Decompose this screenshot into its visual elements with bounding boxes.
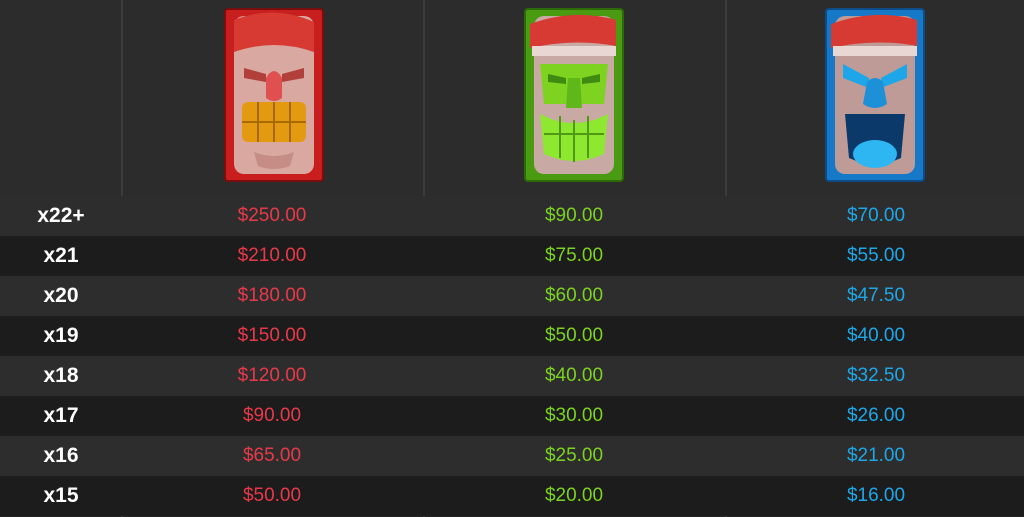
multiplier-label: x19 — [43, 324, 79, 347]
multiplier-label: x21 — [43, 244, 79, 267]
multiplier-label: x20 — [43, 284, 79, 307]
green-payout-value: $30.00 — [544, 405, 604, 426]
blue-payout-value: $55.00 — [846, 245, 906, 266]
blue-payout-value: $47.50 — [846, 285, 906, 306]
blue-payout-value: $40.00 — [846, 325, 906, 346]
blue-payout-value: $21.00 — [846, 445, 906, 466]
multiplier-label: x17 — [43, 404, 79, 427]
red-payout-value: $65.00 — [242, 445, 302, 466]
multiplier-label: x15 — [43, 484, 79, 507]
paytable-row: x20 $180.00 $60.00 $47.50 — [0, 276, 1024, 316]
green-payout-value: $25.00 — [544, 445, 604, 466]
paytable-row: x15 $50.00 $20.00 $16.00 — [0, 476, 1024, 516]
red-payout-value: $150.00 — [237, 325, 307, 346]
green-payout-value: $90.00 — [544, 205, 604, 226]
paytable-row: x18 $120.00 $40.00 $32.50 — [0, 356, 1024, 396]
multiplier-label: x16 — [43, 444, 79, 467]
red-tiki-mask-icon — [224, 8, 324, 182]
multiplier-label: x18 — [43, 364, 79, 387]
paytable-row: x21 $210.00 $75.00 $55.00 — [0, 236, 1024, 276]
green-payout-value: $40.00 — [544, 365, 604, 386]
paytable-row: x22+ $250.00 $90.00 $70.00 — [0, 196, 1024, 236]
paytable: x22+ $250.00 $90.00 $70.00 x21 $210.00 $75.00 $… — [0, 0, 1024, 517]
red-payout-value: $90.00 — [242, 405, 302, 426]
multiplier-label: x22+ — [37, 204, 85, 227]
green-payout-value: $60.00 — [544, 285, 604, 306]
paytable-row: x17 $90.00 $30.00 $26.00 — [0, 396, 1024, 436]
symbol-header — [0, 0, 1024, 196]
blue-tiki-mask-icon — [825, 8, 925, 182]
blue-payout-value: $16.00 — [846, 485, 906, 506]
green-payout-value: $75.00 — [544, 245, 604, 266]
paytable-row: x16 $65.00 $25.00 $21.00 — [0, 436, 1024, 476]
green-tiki-mask-icon — [524, 8, 624, 182]
red-payout-value: $120.00 — [237, 365, 307, 386]
paytable-row: x19 $150.00 $50.00 $40.00 — [0, 316, 1024, 356]
red-payout-value: $180.00 — [237, 285, 307, 306]
green-payout-value: $50.00 — [544, 325, 604, 346]
blue-payout-value: $26.00 — [846, 405, 906, 426]
red-payout-value: $250.00 — [237, 205, 307, 226]
red-payout-value: $210.00 — [237, 245, 307, 266]
blue-payout-value: $70.00 — [846, 205, 906, 226]
green-payout-value: $20.00 — [544, 485, 604, 506]
blue-payout-value: $32.50 — [846, 365, 906, 386]
red-payout-value: $50.00 — [242, 485, 302, 506]
